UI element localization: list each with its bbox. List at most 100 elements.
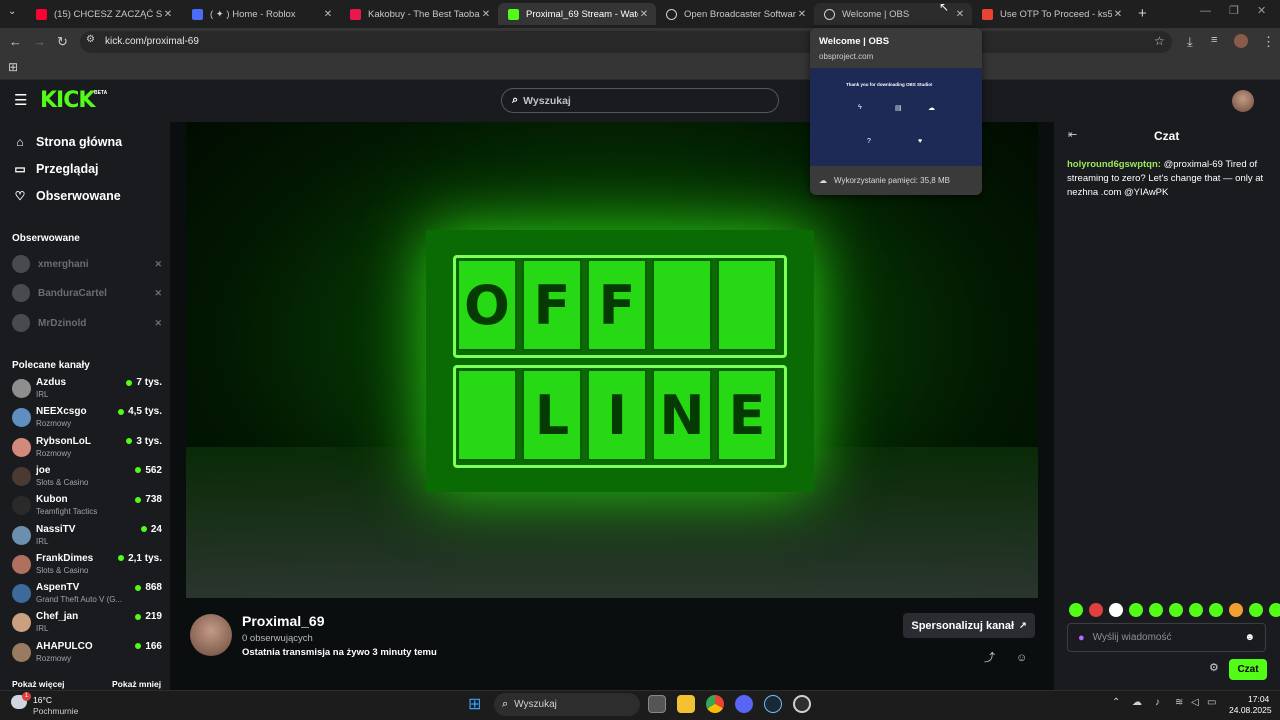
apps-grid-icon[interactable]: ⊞ <box>8 61 18 73</box>
file-explorer-icon[interactable] <box>677 695 695 713</box>
wifi-icon[interactable]: ≋ <box>1175 698 1183 708</box>
emote-icon[interactable] <box>1229 603 1243 617</box>
recommended-channel[interactable]: Chef_jan IRL 219 <box>12 610 162 636</box>
clock-date[interactable]: 24.08.2025 <box>1229 705 1272 715</box>
user-add-icon[interactable]: ☺ <box>1016 653 1027 664</box>
tab-search-icon[interactable]: ⌄ <box>8 7 16 17</box>
browser-tab-active[interactable]: Proximal_69 Stream - Watch Live ✕ <box>498 3 656 25</box>
collapse-chat-icon[interactable]: ⇤ <box>1068 130 1077 141</box>
profile-avatar-icon[interactable] <box>1234 34 1248 48</box>
maximize-icon[interactable]: ❐ <box>1229 6 1239 17</box>
volume-icon[interactable]: ◁ <box>1191 698 1199 708</box>
task-view-icon[interactable] <box>648 695 666 713</box>
emote-icon[interactable] <box>1269 603 1280 617</box>
notifications-off-icon[interactable]: ✕ <box>154 318 162 329</box>
emote-icon[interactable] <box>1069 603 1083 617</box>
bookmark-star-icon[interactable]: ☆ <box>1154 35 1165 47</box>
show-hidden-icons-icon[interactable]: ⌃ <box>1112 698 1120 708</box>
recommended-channel[interactable]: Kubon Teamfight Tactics 738 <box>12 493 162 519</box>
chrome-icon[interactable] <box>706 695 724 713</box>
hamburger-menu-icon[interactable]: ☰ <box>14 93 27 108</box>
recommended-channel[interactable]: Azdus IRL 7 tys. <box>12 376 162 402</box>
recommended-channel[interactable]: AHAPULCO Rozmowy 166 <box>12 640 162 666</box>
recommended-channel[interactable]: joe Slots & Casino 562 <box>12 464 162 490</box>
send-chat-button[interactable]: Czat <box>1229 659 1267 680</box>
search-input[interactable]: ⌕ Wyszukaj <box>501 88 779 113</box>
minimize-icon[interactable]: — <box>1200 6 1211 17</box>
windows-start-icon[interactable]: ⊞ <box>468 697 481 713</box>
weather-badge: 1 <box>22 692 31 701</box>
emote-icon[interactable] <box>1189 603 1203 617</box>
browser-tab[interactable]: Open Broadcaster Software | OBS ✕ <box>656 3 814 25</box>
emote-icon[interactable] <box>1109 603 1123 617</box>
menu-dots-icon[interactable]: ⋮ <box>1262 35 1275 48</box>
address-bar[interactable]: ⚙ kick.com/proximal-69 ☆ <box>80 31 1172 53</box>
nav-following[interactable]: ♡ Obserwowane <box>12 189 121 203</box>
share-icon[interactable]: ⤴ <box>984 653 995 664</box>
nav-browse[interactable]: ▭ Przeglądaj <box>12 162 98 176</box>
show-less-link[interactable]: Pokaż mniej <box>112 679 161 689</box>
tab-close-icon[interactable]: ✕ <box>954 9 966 20</box>
browser-tab[interactable]: ( ✦ ) Home - Roblox ✕ <box>182 3 340 25</box>
emote-icon[interactable] <box>1209 603 1223 617</box>
following-item[interactable]: xmerghani ✕ <box>12 254 162 274</box>
tab-close-icon[interactable]: ✕ <box>322 9 334 20</box>
tab-close-icon[interactable]: ✕ <box>480 9 492 20</box>
weather-description[interactable]: Pochmurnie <box>33 706 78 716</box>
browser-tab[interactable]: Kakobuy - The Best Taobao Agent ✕ <box>340 3 498 25</box>
forward-icon[interactable]: → <box>33 35 46 48</box>
channel-avatar[interactable] <box>190 614 232 656</box>
emote-icon[interactable] <box>1169 603 1183 617</box>
nav-home[interactable]: ⌂ Strona główna <box>12 135 122 149</box>
tab-close-icon[interactable]: ✕ <box>1112 9 1124 20</box>
recommended-channel[interactable]: AspenTV Grand Theft Auto V (G... 868 <box>12 581 162 607</box>
taskbar-search[interactable]: ⌕ Wyszukaj <box>494 693 640 716</box>
emote-icon[interactable] <box>1089 603 1103 617</box>
recommended-channel[interactable]: RybsonLoL Rozmowy 3 tys. <box>12 435 162 461</box>
reload-icon[interactable]: ↻ <box>57 35 68 48</box>
notifications-off-icon[interactable]: ✕ <box>154 288 162 299</box>
viewer-count-text: 868 <box>145 582 162 594</box>
weather-temperature[interactable]: 16°C <box>33 695 52 705</box>
emote-icon[interactable] <box>1129 603 1143 617</box>
emote-icon[interactable] <box>1149 603 1163 617</box>
recommended-channel[interactable]: NassiTV IRL 24 <box>12 523 162 549</box>
live-dot-icon <box>135 613 142 620</box>
tab-close-icon[interactable]: ✕ <box>796 9 808 20</box>
customize-channel-button[interactable]: Spersonalizuj kanał ↗ <box>903 613 1035 638</box>
recommended-channel[interactable]: NEEXcsgo Rozmowy 4,5 tys. <box>12 405 162 431</box>
download-icon[interactable]: ⤓ <box>1187 35 1193 48</box>
microphone-icon[interactable]: ● <box>1078 632 1085 644</box>
chat-settings-gear-icon[interactable]: ⚙ <box>1209 663 1219 674</box>
back-icon[interactable]: ← <box>9 35 22 48</box>
mic-tray-icon[interactable]: ♪ <box>1155 698 1160 708</box>
following-item[interactable]: BanduraCartel ✕ <box>12 283 162 303</box>
onedrive-icon[interactable]: ☁ <box>1132 698 1142 708</box>
browser-tab[interactable]: Use OTP To Proceed - ks51659 ✕ <box>972 3 1130 25</box>
media-control-icon[interactable]: ≡ <box>1211 35 1217 46</box>
site-info-icon[interactable]: ⚙ <box>86 35 95 45</box>
tab-close-icon[interactable]: ✕ <box>638 9 650 20</box>
following-item[interactable]: MrDzinold ✕ <box>12 313 162 333</box>
obs-taskbar-icon[interactable] <box>793 695 811 713</box>
close-window-icon[interactable]: ✕ <box>1257 6 1266 17</box>
emoji-icon[interactable]: ☻ <box>1244 632 1255 643</box>
channel-category: Rozmowy <box>36 419 72 429</box>
channel-name[interactable]: Proximal_69 <box>242 613 325 629</box>
channel-category: Rozmowy <box>36 448 72 458</box>
steam-icon[interactable] <box>764 695 782 713</box>
tab-close-icon[interactable]: ✕ <box>162 9 174 20</box>
show-more-link[interactable]: Pokaż więcej <box>12 679 64 689</box>
chat-input[interactable]: ● Wyślij wiadomość ☻ <box>1067 623 1266 652</box>
emote-icon[interactable] <box>1249 603 1263 617</box>
discord-icon[interactable] <box>735 695 753 713</box>
browser-tab[interactable]: (15) CHCESZ ZACZĄĆ STREAMOWAĆ ✕ <box>26 3 180 25</box>
chat-username[interactable]: holyround6gswptqn: <box>1067 159 1161 170</box>
kick-logo[interactable]: KICK <box>40 88 95 113</box>
recommended-channel[interactable]: FrankDimes Slots & Casino 2,1 tys. <box>12 552 162 578</box>
user-avatar[interactable] <box>1232 90 1254 112</box>
clock-time[interactable]: 17:04 <box>1248 694 1269 704</box>
notifications-off-icon[interactable]: ✕ <box>154 259 162 270</box>
new-tab-icon[interactable]: + <box>1138 6 1147 21</box>
battery-icon[interactable]: ▭ <box>1207 698 1216 708</box>
